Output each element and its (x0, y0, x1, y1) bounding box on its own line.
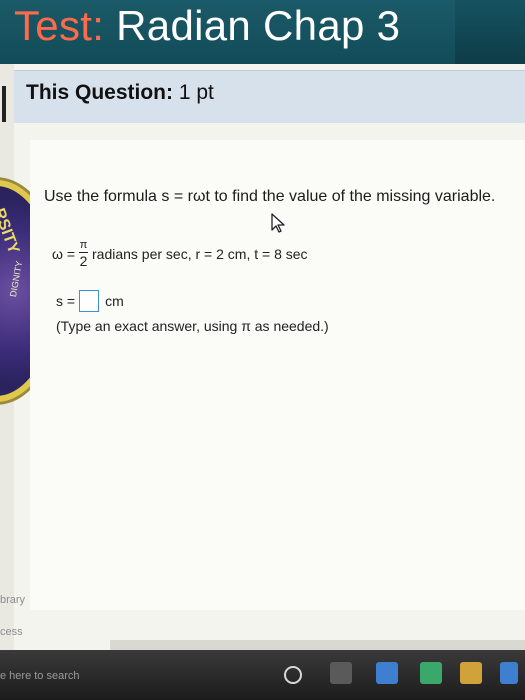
omega-numerator: π (79, 239, 88, 251)
omega-fraction: π 2 (79, 240, 88, 268)
question-points: 1 pt (178, 81, 214, 104)
seal-text-top: RSITY (0, 206, 23, 257)
task-view-icon[interactable] (330, 662, 352, 684)
test-title: Test: Radian Chap 3 (14, 2, 400, 50)
mouse-pointer-icon (271, 213, 285, 233)
os-taskbar: e here to search (0, 650, 525, 700)
test-title-name: Radian Chap 3 (104, 2, 401, 49)
cortana-icon[interactable] (284, 666, 302, 684)
screen: Test: Radian Chap 3 This Question: 1 pt … (0, 0, 525, 700)
omega-denominator: 2 (79, 253, 88, 269)
browser-icon[interactable] (376, 662, 398, 684)
answer-row: s = cm (56, 290, 124, 312)
given-rest: radians per sec, r = 2 cm, t = 8 sec (92, 246, 308, 262)
answer-unit: cm (105, 293, 124, 309)
sidebar-access-link[interactable]: cess (0, 626, 23, 638)
sidebar-library-link[interactable]: brary (0, 594, 25, 606)
omega-label: ω = (52, 246, 75, 262)
question-prompt: Use the formula s = rωt to find the valu… (44, 188, 496, 205)
answer-hint: (Type an exact answer, using π as needed… (56, 318, 329, 334)
given-values: ω = π 2 radians per sec, r = 2 cm, t = 8… (52, 240, 308, 269)
question-header: This Question: 1 pt (14, 70, 525, 123)
test-title-bar: Test: Radian Chap 3 (0, 0, 525, 64)
question-label: This Question: (26, 81, 173, 104)
test-title-prefix: Test: (14, 2, 105, 49)
seal-text-side: DIGNITY (8, 260, 25, 298)
sidebar-marker (2, 86, 6, 122)
folder-icon[interactable] (460, 662, 482, 684)
answer-prefix: s = (56, 293, 76, 309)
taskbar-search[interactable]: e here to search (0, 670, 80, 682)
answer-input[interactable] (79, 290, 100, 312)
question-content: Use the formula s = rωt to find the valu… (30, 140, 525, 610)
title-bar-accent (455, 0, 525, 64)
app-icon[interactable] (420, 662, 442, 684)
question-points-label: This Question: 1 pt (26, 81, 214, 105)
store-icon[interactable] (500, 662, 518, 684)
